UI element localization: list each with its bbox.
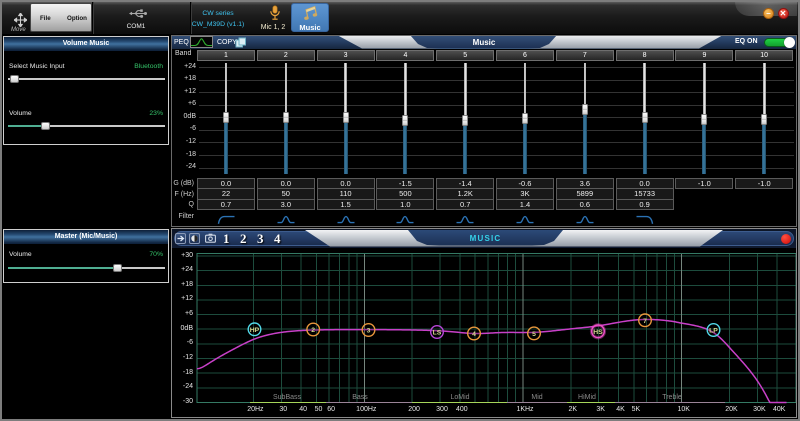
- svg-text:HP: HP: [250, 327, 260, 334]
- svg-text:4: 4: [472, 331, 476, 338]
- svg-text:3: 3: [367, 328, 371, 335]
- svg-text:5: 5: [532, 331, 536, 338]
- svg-text:LS: LS: [433, 330, 442, 337]
- svg-text:2: 2: [311, 327, 315, 334]
- svg-text:HS: HS: [593, 329, 603, 336]
- svg-text:7: 7: [643, 318, 647, 325]
- svg-text:LP: LP: [709, 328, 718, 335]
